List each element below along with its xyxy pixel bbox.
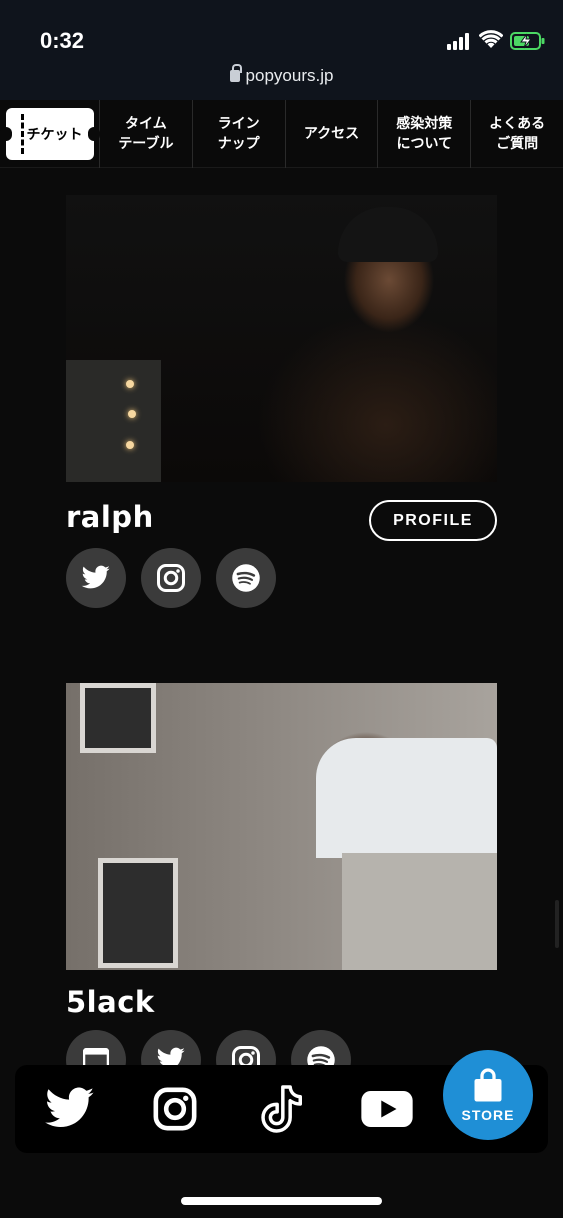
profile-button[interactable]: PROFILE bbox=[369, 500, 497, 541]
address-bar[interactable]: popyours.jp bbox=[0, 64, 563, 86]
battery-icon bbox=[510, 32, 545, 50]
artist-name: ralph bbox=[66, 500, 154, 534]
ticket-icon: チケット bbox=[0, 108, 100, 160]
top-nav: チケット タイム テーブル ライン ナップ アクセス 感染対策 について よくあ… bbox=[0, 100, 563, 168]
nav-item-timetable[interactable]: タイム テーブル bbox=[100, 100, 193, 168]
store-label: STORE bbox=[461, 1107, 515, 1123]
youtube-icon[interactable] bbox=[360, 1085, 414, 1133]
twitter-icon[interactable] bbox=[43, 1085, 97, 1133]
artist-photo bbox=[66, 683, 497, 970]
nav-item-covid-measures[interactable]: 感染対策 について bbox=[378, 100, 472, 168]
store-button[interactable]: STORE bbox=[443, 1050, 533, 1140]
twitter-icon[interactable] bbox=[66, 548, 126, 608]
artist-photo bbox=[66, 195, 497, 482]
instagram-icon[interactable] bbox=[141, 548, 201, 608]
url-text: popyours.jp bbox=[245, 66, 334, 85]
scrollbar[interactable] bbox=[555, 900, 559, 948]
status-bar: 0:32 popyours.jp bbox=[0, 0, 563, 100]
ticket-label: チケット bbox=[26, 127, 83, 143]
signal-icon bbox=[447, 32, 473, 50]
nav-item-access[interactable]: アクセス bbox=[286, 100, 379, 168]
wifi-icon bbox=[479, 30, 503, 48]
clock: 0:32 bbox=[40, 28, 85, 53]
nav-item-lineup[interactable]: ライン ナップ bbox=[193, 100, 286, 168]
spotify-icon[interactable] bbox=[216, 548, 276, 608]
tiktok-icon[interactable] bbox=[254, 1085, 308, 1133]
nav-item-faq[interactable]: よくある ご質問 bbox=[471, 100, 563, 168]
nav-ticket-button[interactable]: チケット bbox=[0, 100, 100, 168]
shopping-bag-icon bbox=[474, 1068, 502, 1102]
lock-icon bbox=[229, 64, 242, 82]
artist-name: 5lack bbox=[66, 985, 155, 1019]
instagram-icon[interactable] bbox=[148, 1085, 202, 1133]
home-indicator[interactable] bbox=[181, 1197, 382, 1205]
